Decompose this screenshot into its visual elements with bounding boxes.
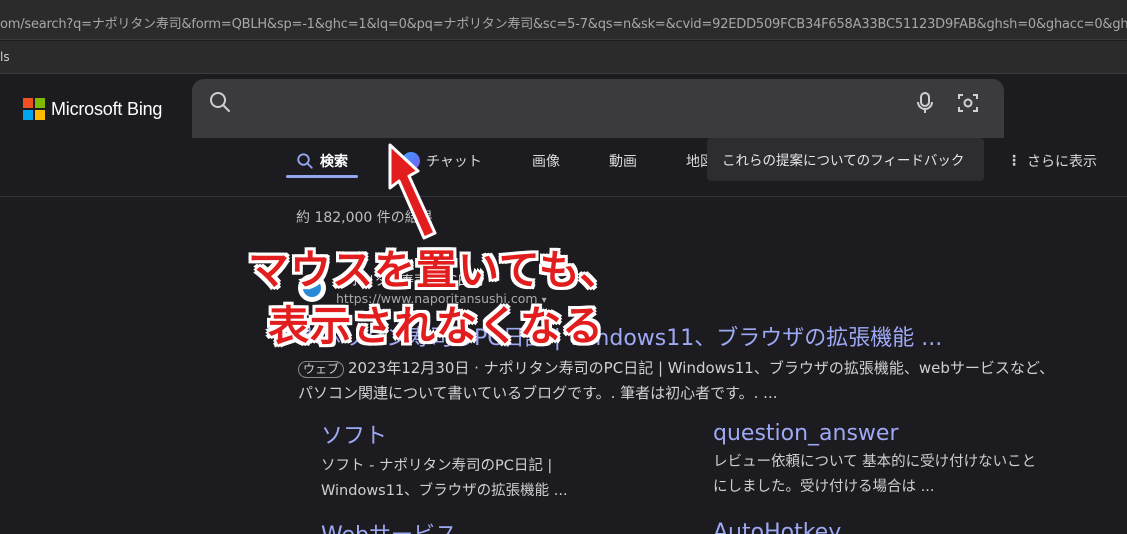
more-vertical-icon: ⋮ <box>1007 153 1021 169</box>
active-tab-indicator <box>286 175 358 178</box>
deeplink-item[interactable]: AutoHotkey <box>713 520 1043 534</box>
annotation-arrow-icon <box>388 143 437 240</box>
deeplink-desc: ソフト - ナポリタン寿司のPC日記 | Windows11、ブラウザの拡張機能… <box>321 458 568 499</box>
tab-search[interactable]: 検索 <box>296 151 348 171</box>
feedback-tooltip[interactable]: これらの提案についてのフィードバック <box>707 138 984 181</box>
annotation-line: 表示されなくなる <box>268 302 604 350</box>
header-divider <box>0 196 1127 197</box>
address-bar[interactable]: om/search?q=ナポリタン寿司&form=QBLH&sp=-1&ghc=… <box>0 0 1127 40</box>
visual-search-icon[interactable] <box>956 91 980 119</box>
tab-label: さらに表示 <box>1027 154 1097 170</box>
microsoft-logo-icon <box>23 98 45 120</box>
web-badge: ウェブ <box>298 361 345 378</box>
deeplink-desc: レビュー依頼について 基本的に受け付けないことにしました。受け付ける場合は ..… <box>713 454 1037 495</box>
tab-label: 検索 <box>320 154 348 170</box>
deeplink-item[interactable]: ソフト ソフト - ナポリタン寿司のPC日記 | Windows11、ブラウザの… <box>321 418 651 504</box>
bing-logo[interactable]: Microsoft Bing <box>23 98 162 120</box>
tab-videos[interactable]: 動画 <box>609 151 637 171</box>
search-box[interactable] <box>192 79 1004 138</box>
tab-more[interactable]: ⋮ さらに表示 <box>1007 151 1097 171</box>
deeplink-title[interactable]: question_answer <box>713 421 1043 446</box>
tab-images[interactable]: 画像 <box>532 151 560 171</box>
deeplink-title[interactable]: AutoHotkey <box>713 520 1043 534</box>
deeplink-item[interactable]: question_answer レビュー依頼について 基本的に受け付けないことに… <box>713 421 1043 500</box>
search-icon <box>208 90 232 118</box>
url-text[interactable]: om/search?q=ナポリタン寿司&form=QBLH&sp=-1&ghc=… <box>0 13 1127 32</box>
snippet-text: 2023年12月30日 · ナポリタン寿司のPC日記 | Windows11、ブ… <box>298 359 1055 402</box>
result-snippet: ウェブ 2023年12月30日 · ナポリタン寿司のPC日記 | Windows1… <box>298 356 1058 406</box>
tab-label: 動画 <box>609 154 637 170</box>
bookmarks-bar: ls <box>0 41 1127 74</box>
deeplink-item[interactable]: Webサービス <box>321 517 651 534</box>
logo-text: Microsoft Bing <box>51 98 163 119</box>
deeplink-title[interactable]: ソフト <box>321 418 651 450</box>
search-icon <box>297 153 313 169</box>
bookmark-item[interactable]: ls <box>0 50 10 64</box>
microphone-icon[interactable] <box>915 91 935 119</box>
deeplink-title[interactable]: Webサービス <box>321 517 651 534</box>
annotation-line: マウスを置いても、 <box>248 246 622 294</box>
tab-label: 画像 <box>532 154 560 170</box>
annotation-text: マウスを置いても、 表示されなくなる <box>248 242 622 354</box>
bing-results-page: Microsoft Bing 検索 チャット 画像 動画 地図 ⋮ さらに表示 … <box>0 75 1127 534</box>
